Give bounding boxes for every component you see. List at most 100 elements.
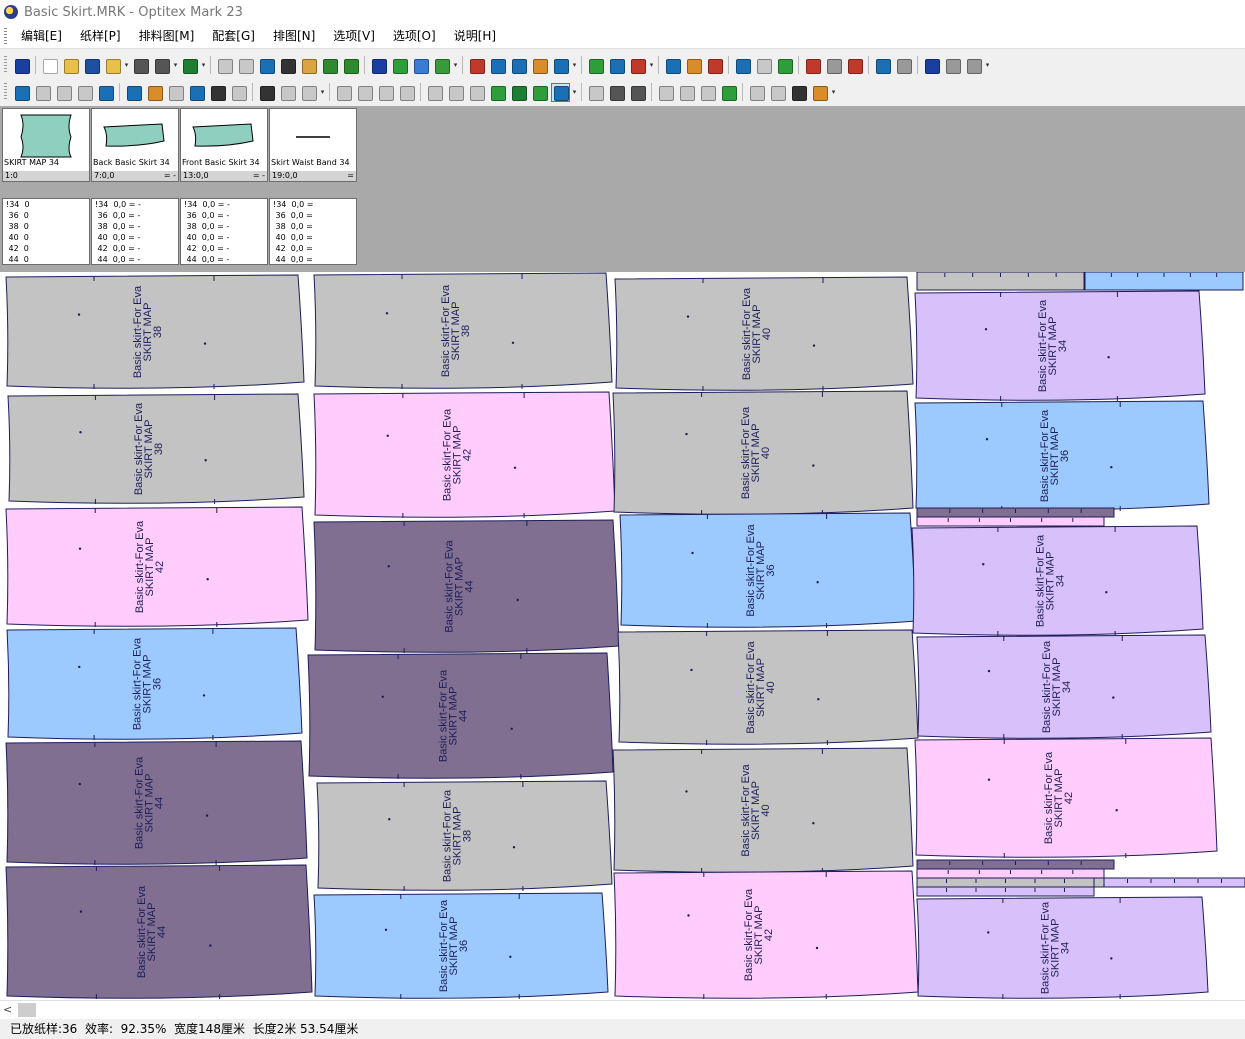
print-button[interactable]	[132, 57, 149, 74]
dropdown-arrow-icon[interactable]: ▾	[200, 61, 207, 69]
hatch-button[interactable]	[846, 57, 863, 74]
waistband-piece[interactable]	[1103, 877, 1245, 888]
rotate-button[interactable]	[489, 84, 506, 101]
skirt-piece[interactable]: Basic skirt-For EvaSKIRT MAP40	[617, 629, 919, 745]
step-button[interactable]	[55, 84, 72, 101]
move-left-button[interactable]	[335, 84, 352, 101]
skirt-piece[interactable]: Basic skirt-For EvaSKIRT MAP34	[911, 525, 1204, 636]
toolbar-grip[interactable]	[4, 56, 7, 74]
menu-options-v[interactable]: 选项[V]	[325, 25, 385, 47]
dropdown-arrow-icon[interactable]: ▾	[830, 88, 837, 96]
angle-free-button[interactable]	[531, 84, 548, 101]
rectangle-button[interactable]	[608, 57, 625, 74]
skirt-piece[interactable]: Basic skirt-For EvaSKIRT MAP36	[313, 892, 609, 999]
skirt-piece[interactable]: Basic skirt-For EvaSKIRT MAP38	[7, 393, 305, 504]
tools-button[interactable]	[895, 57, 912, 74]
toolbar-grip[interactable]	[4, 83, 7, 101]
group-button[interactable]	[587, 57, 604, 74]
move-right-button[interactable]	[356, 84, 373, 101]
undo-button[interactable]	[216, 57, 233, 74]
piece-thumbnail[interactable]: Front Basic Skirt 34 13:0,0 = -	[180, 108, 268, 182]
scroll-left-icon[interactable]: <	[3, 1003, 12, 1016]
skirt-piece[interactable]: Basic skirt-For EvaSKIRT MAP44	[5, 864, 313, 999]
run-to-end-button[interactable]	[97, 84, 114, 101]
size-table[interactable]: !34 0,0 = - 36 0,0 = - 38 0,0 = - 40 0,0…	[180, 198, 268, 265]
open-folder-button[interactable]	[62, 57, 79, 74]
flip-horizontal-button[interactable]	[447, 84, 464, 101]
redo-button[interactable]	[237, 57, 254, 74]
lock-button[interactable]	[678, 84, 695, 101]
grid-disabled-button[interactable]	[755, 57, 772, 74]
scroll-thumb[interactable]	[18, 1003, 36, 1017]
marker-canvas[interactable]: Basic skirt-For EvaSKIRT MAP38 Basic skir…	[0, 272, 1245, 1000]
dropdown-arrow-icon[interactable]: ▾	[984, 61, 991, 69]
skirt-piece[interactable]: Basic skirt-For EvaSKIRT MAP40	[612, 390, 914, 515]
notes-button[interactable]	[433, 57, 450, 74]
pencil-button[interactable]	[531, 57, 548, 74]
menu-suit[interactable]: 配套[G]	[204, 25, 265, 47]
cut-order-button[interactable]	[874, 57, 891, 74]
import-button[interactable]	[258, 57, 275, 74]
menu-options-o[interactable]: 选项[O]	[385, 25, 446, 47]
waistband-piece[interactable]	[916, 868, 1105, 879]
skirt-piece[interactable]: Basic skirt-For EvaSKIRT MAP42	[313, 391, 616, 518]
skirt-piece[interactable]: Basic skirt-For EvaSKIRT MAP42	[914, 737, 1218, 858]
skirt-piece[interactable]: Basic skirt-For EvaSKIRT MAP44	[313, 519, 620, 653]
stats-button[interactable]	[146, 84, 163, 101]
buffer-button[interactable]	[587, 84, 604, 101]
piece-thumbnail[interactable]: Back Basic Skirt 34 7:0,0 = -	[91, 108, 179, 182]
skirt-piece[interactable]: Basic skirt-For EvaSKIRT MAP42	[5, 506, 309, 627]
plot-button[interactable]	[153, 57, 170, 74]
waistband-piece[interactable]	[916, 272, 1085, 291]
waistband-piece[interactable]	[916, 859, 1115, 870]
bar-chart-button[interactable]	[167, 84, 184, 101]
step-end-button[interactable]	[76, 84, 93, 101]
marker-props-button[interactable]	[300, 84, 317, 101]
skirt-piece[interactable]: Basic skirt-For EvaSKIRT MAP34	[916, 896, 1209, 999]
skirt-piece[interactable]: Basic skirt-For EvaSKIRT MAP36	[914, 400, 1210, 511]
save-button[interactable]	[83, 57, 100, 74]
dropdown-arrow-icon[interactable]: ▾	[452, 61, 459, 69]
fold-button[interactable]	[734, 57, 751, 74]
skirt-piece[interactable]: Basic skirt-For EvaSKIRT MAP34	[914, 290, 1206, 401]
flip-vertical-button[interactable]	[426, 84, 443, 101]
export-button[interactable]	[321, 57, 338, 74]
fabric-button[interactable]	[804, 57, 821, 74]
menu-grip[interactable]	[4, 28, 7, 44]
skirt-piece[interactable]: Basic skirt-For EvaSKIRT MAP38	[313, 272, 613, 389]
close-x-button[interactable]	[657, 84, 674, 101]
piece-wizard-button[interactable]	[188, 84, 205, 101]
skirt-piece[interactable]: Basic skirt-For EvaSKIRT MAP42	[613, 870, 919, 999]
report-button[interactable]	[300, 57, 317, 74]
angle-button[interactable]	[510, 84, 527, 101]
excel-button[interactable]	[181, 57, 198, 74]
export-folder-button[interactable]	[342, 57, 359, 74]
move-up-button[interactable]	[398, 84, 415, 101]
save-as-button[interactable]	[104, 57, 121, 74]
globe-button[interactable]	[412, 57, 429, 74]
waistband-piece[interactable]	[916, 516, 1105, 527]
delete-piece-button[interactable]	[706, 57, 723, 74]
info-button[interactable]	[370, 57, 387, 74]
waistband-piece[interactable]	[916, 507, 1115, 518]
horizontal-scrollbar[interactable]: <	[0, 1000, 1245, 1019]
ruler-button[interactable]	[468, 57, 485, 74]
waistband-piece[interactable]	[1084, 272, 1244, 291]
percent-button[interactable]	[790, 84, 807, 101]
piece-thumbnail[interactable]: Skirt Waist Band 34 19:0,0 =	[269, 108, 357, 182]
new-file-button[interactable]	[41, 57, 58, 74]
skirt-piece[interactable]: Basic skirt-For EvaSKIRT MAP34	[916, 634, 1212, 739]
align-button[interactable]	[230, 84, 247, 101]
piece-thumbnail[interactable]: SKIRT MAP 34 1:0	[2, 108, 90, 182]
dropdown-arrow-icon[interactable]: ▾	[648, 61, 655, 69]
rotate-step-button[interactable]	[468, 84, 485, 101]
skirt-piece[interactable]: Basic skirt-For EvaSKIRT MAP40	[612, 747, 914, 873]
block-button[interactable]	[825, 57, 842, 74]
refresh-button[interactable]	[720, 84, 737, 101]
image-button[interactable]	[944, 57, 961, 74]
dropdown-arrow-icon[interactable]: ▾	[319, 88, 326, 96]
zoom-button[interactable]	[552, 57, 569, 74]
skirt-piece[interactable]: Basic skirt-For EvaSKIRT MAP40	[614, 276, 914, 391]
edit-button[interactable]	[699, 84, 716, 101]
piece-grid-button[interactable]	[629, 84, 646, 101]
